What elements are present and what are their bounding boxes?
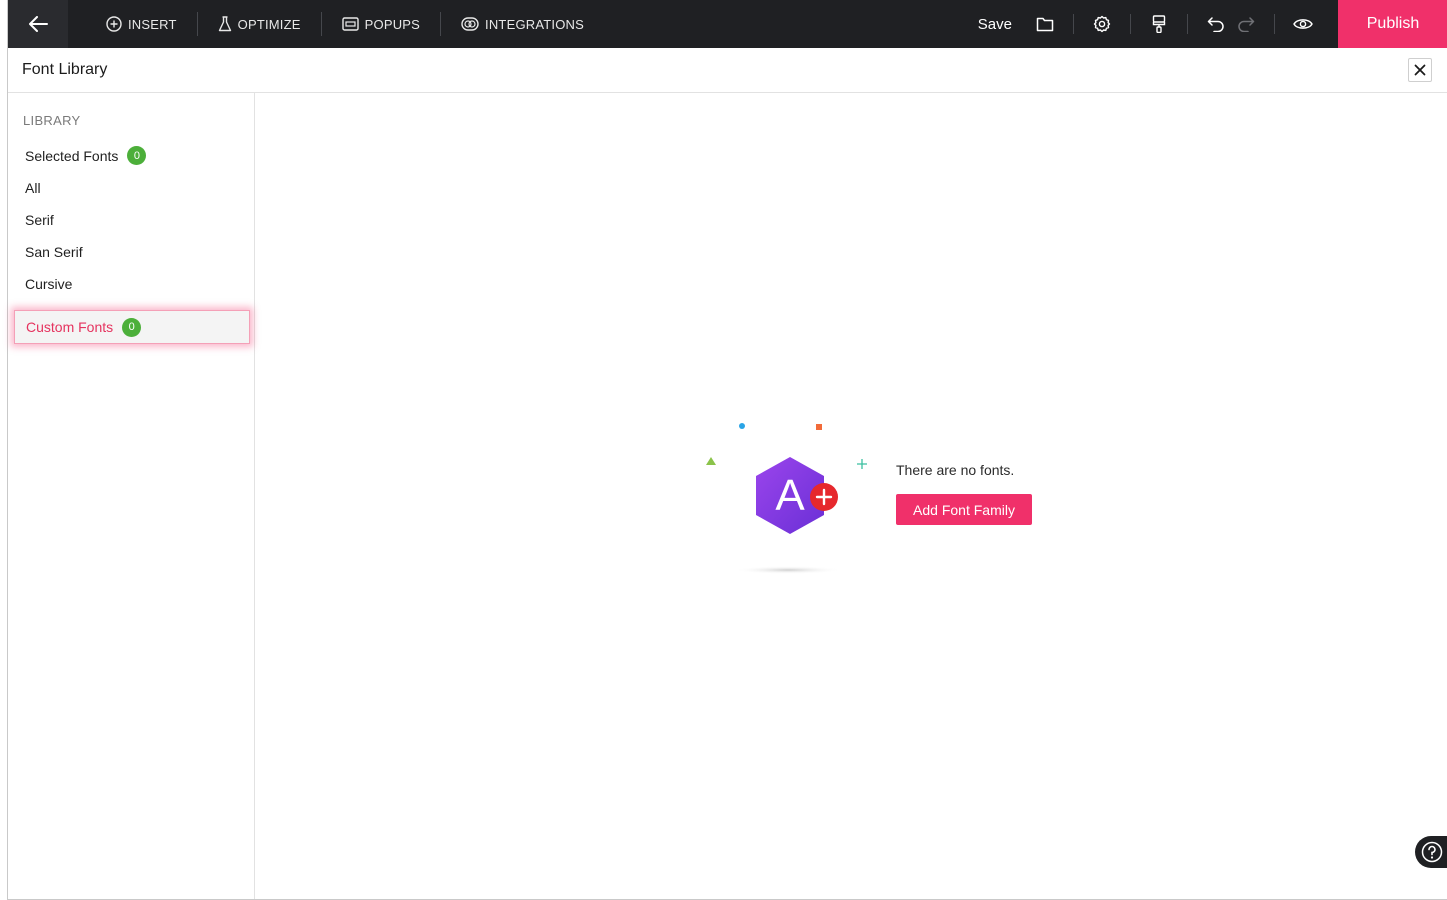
toolbar-divider	[1274, 14, 1275, 34]
confetti-triangle	[706, 457, 716, 465]
nav-integrations-label: INTEGRATIONS	[485, 16, 584, 32]
sparkle-icon	[857, 459, 867, 469]
nav-optimize[interactable]: OPTIMIZE	[196, 12, 321, 36]
style-painter-button[interactable]	[1144, 0, 1174, 48]
illustration-shadow	[734, 566, 842, 574]
sidebar-item-custom-fonts[interactable]: Custom Fonts 0	[14, 310, 250, 344]
confetti-dot	[739, 423, 745, 429]
eye-icon	[1293, 19, 1313, 29]
close-button[interactable]	[1408, 58, 1432, 82]
sidebar-item-label: San Serif	[25, 244, 83, 260]
back-button[interactable]	[8, 0, 68, 48]
sidebar-item-label: Serif	[25, 212, 54, 228]
sidebar-item-label: All	[25, 180, 41, 196]
nav-popups-label: POPUPS	[364, 16, 421, 32]
sidebar-item-cursive[interactable]: Cursive	[25, 276, 72, 292]
integrations-icon	[461, 17, 479, 31]
save-button[interactable]: Save	[978, 16, 1012, 33]
sidebar-item-all[interactable]: All	[25, 180, 41, 196]
nav-insert[interactable]: INSERT	[86, 12, 197, 36]
folder-icon	[1036, 17, 1054, 32]
question-mark-icon	[1421, 841, 1443, 863]
publish-button[interactable]: Publish	[1338, 0, 1447, 48]
settings-button[interactable]	[1087, 0, 1117, 48]
redo-icon	[1238, 17, 1255, 32]
count-badge: 0	[122, 317, 142, 337]
nav-optimize-label: OPTIMIZE	[237, 16, 301, 32]
library-section-label: LIBRARY	[23, 113, 81, 128]
page-title: Font Library	[22, 61, 108, 78]
sidebar-item-label: Custom Fonts	[26, 319, 114, 335]
nav-popups[interactable]: POPUPS	[320, 12, 440, 36]
nav-integrations[interactable]: INTEGRATIONS	[440, 12, 604, 36]
empty-fonts-illustration: A	[706, 423, 867, 574]
font-library-header: Font Library	[8, 48, 1447, 93]
library-sidebar: LIBRARY Selected Fonts 0 All Serif San S…	[8, 93, 255, 899]
plus-circle-icon	[106, 16, 122, 32]
toolbar-divider	[1130, 14, 1131, 34]
sidebar-item-serif[interactable]: Serif	[25, 212, 54, 228]
sidebar-item-san-serif[interactable]: San Serif	[25, 244, 83, 260]
undo-button[interactable]	[1201, 0, 1231, 48]
preview-button[interactable]	[1288, 0, 1318, 48]
nav-insert-label: INSERT	[128, 16, 177, 32]
toolbar-actions: Save Publish	[978, 0, 1447, 48]
main-nav: INSERT OPTIMIZE POPUPS INTEGRATIONS	[86, 0, 604, 48]
app-frame: INSERT OPTIMIZE POPUPS INTEGRATIONS Save	[7, 0, 1447, 900]
paint-brush-icon	[1152, 15, 1166, 33]
open-folder-button[interactable]	[1030, 0, 1060, 48]
font-letter-glyph: A	[775, 471, 805, 520]
confetti-square	[816, 424, 822, 430]
toolbar-divider	[1187, 14, 1188, 34]
toolbar-divider	[1073, 14, 1074, 34]
redo-button[interactable]	[1231, 0, 1261, 48]
help-button[interactable]	[1415, 836, 1447, 868]
empty-state-message: There are no fonts.	[896, 462, 1015, 478]
close-icon	[1414, 64, 1426, 76]
count-badge: 0	[127, 146, 147, 165]
sidebar-item-label: Cursive	[25, 276, 73, 292]
gear-icon	[1093, 15, 1111, 33]
sidebar-item-label: Selected Fonts	[25, 147, 119, 164]
top-toolbar: INSERT OPTIMIZE POPUPS INTEGRATIONS Save	[8, 0, 1447, 48]
add-font-family-button[interactable]: Add Font Family	[896, 494, 1032, 525]
arrow-left-icon	[29, 16, 48, 32]
sidebar-item-selected-fonts[interactable]: Selected Fonts 0	[25, 146, 147, 165]
undo-icon	[1207, 17, 1224, 32]
flask-icon	[218, 16, 231, 32]
popup-window-icon	[341, 17, 359, 31]
